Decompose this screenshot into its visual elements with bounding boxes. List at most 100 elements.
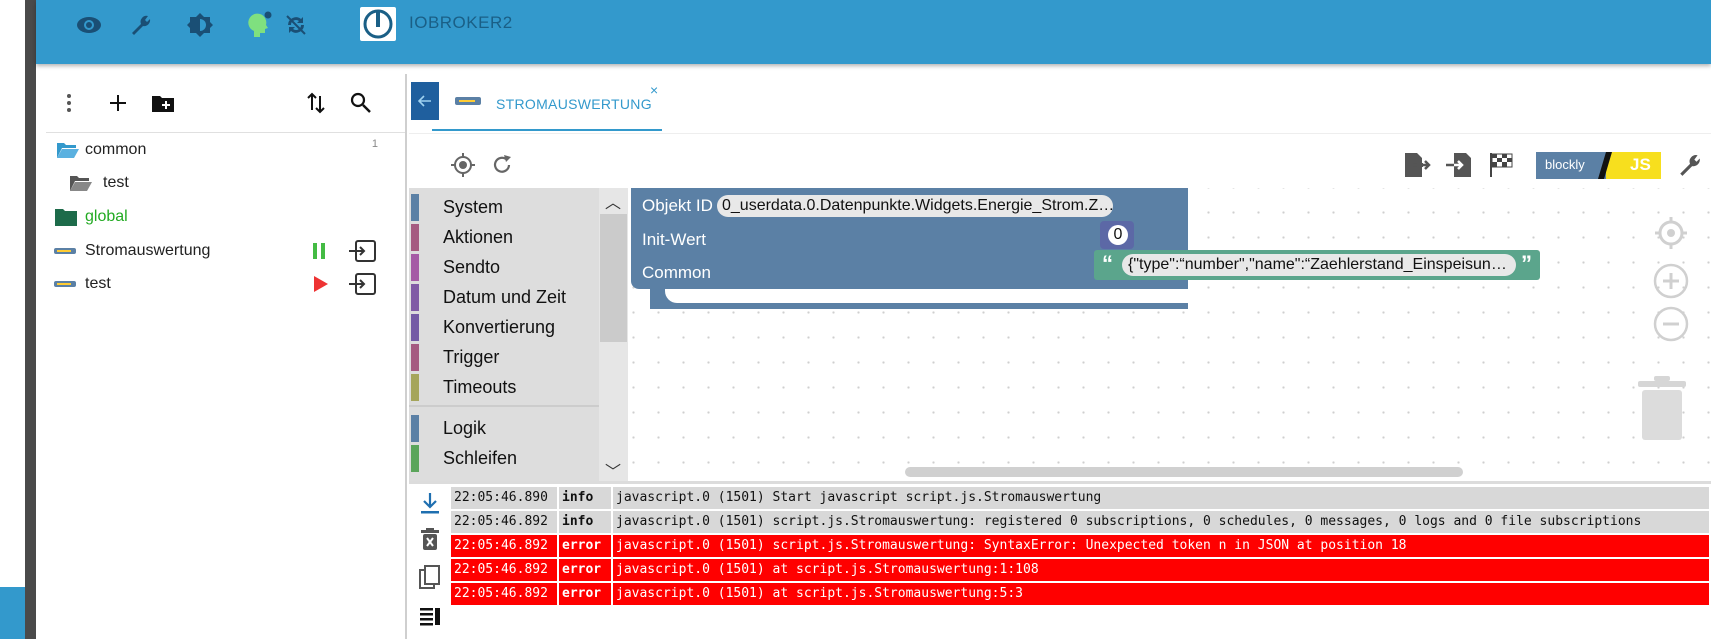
log-time: 22:05:46.892 xyxy=(451,559,559,581)
common-label: Common xyxy=(642,263,711,282)
wrench-icon[interactable] xyxy=(1675,150,1705,180)
export-blocks-icon[interactable] xyxy=(1402,150,1432,180)
add-script-icon[interactable] xyxy=(101,86,135,120)
export-icon[interactable] xyxy=(348,239,376,262)
quote-close: ” xyxy=(1521,251,1532,276)
log-severity: error xyxy=(559,559,613,581)
tree-label: test xyxy=(103,174,129,191)
pause-icon[interactable] xyxy=(312,242,326,259)
log-row: 22:05:46.890 info javascript.0 (1501) Star… xyxy=(451,487,1711,509)
toolbox-category-schleifen[interactable]: Schleifen xyxy=(409,445,599,472)
clear-log-icon[interactable] xyxy=(417,526,443,552)
brightness-icon[interactable] xyxy=(185,10,215,40)
folder-open-icon xyxy=(69,174,93,192)
top-bar: IOBROKER2 xyxy=(36,0,1711,64)
tree-label: test xyxy=(85,274,111,292)
editor-toolbar: blockly JS xyxy=(409,140,1711,188)
js-label: JS xyxy=(1630,155,1651,174)
tree-label: global xyxy=(85,208,128,225)
log-row: 22:05:46.892 info javascript.0 (1501) scri… xyxy=(451,511,1711,533)
toolbox-category-aktionen[interactable]: Aktionen xyxy=(409,224,599,251)
log-table: 22:05:46.890 info javascript.0 (1501) Star… xyxy=(451,487,1711,607)
wrench-icon[interactable] xyxy=(126,10,156,40)
toolbox-category-konvertierung[interactable]: Konvertierung xyxy=(409,314,599,341)
blockly-script-icon xyxy=(54,278,76,290)
log-severity: info xyxy=(559,487,613,509)
checkered-flag-icon[interactable] xyxy=(1486,150,1516,180)
copy-icon[interactable] xyxy=(417,565,443,591)
import-blocks-icon[interactable] xyxy=(1444,150,1474,180)
quote-open: “ xyxy=(1102,251,1113,276)
add-folder-icon[interactable] xyxy=(146,86,180,120)
zoom-reset-icon[interactable] xyxy=(1653,215,1689,256)
script-tree: common 1 test global Stromauswertung tes… xyxy=(46,133,405,300)
toolbox-category-timeouts[interactable]: Timeouts xyxy=(409,374,599,401)
folder-open-icon xyxy=(56,141,80,159)
log-row: 22:05:46.892 error javascript.0 (1501) at … xyxy=(451,583,1711,605)
export-icon[interactable] xyxy=(348,272,376,295)
zoom-in-icon[interactable] xyxy=(1653,263,1689,304)
log-message: javascript.0 (1501) script.js.Stromauswe… xyxy=(613,511,1711,533)
tree-row-test-folder[interactable]: test xyxy=(46,166,405,200)
tree-toolbar xyxy=(46,74,405,133)
tree-row-common[interactable]: common 1 xyxy=(46,133,405,166)
outer-divider xyxy=(25,0,36,639)
toolbox-scrollbar[interactable]: ︿ ﹀ xyxy=(599,188,628,481)
tree-row-test-script[interactable]: test xyxy=(46,267,405,300)
objekt-id-field[interactable]: 0_userdata.0.Datenpunkte.Widgets.Energie… xyxy=(717,195,1113,217)
toolbox-category-system[interactable]: System xyxy=(409,194,599,221)
tree-row-global[interactable]: global xyxy=(46,200,405,234)
sync-off-icon[interactable] xyxy=(281,10,311,40)
init-wert-label: Init-Wert xyxy=(642,230,706,249)
number-block[interactable]: 0 xyxy=(1100,221,1134,249)
toolbox-category-logik[interactable]: Logik xyxy=(409,415,599,442)
chevron-up-icon[interactable]: ︿ xyxy=(605,189,621,213)
log-time: 22:05:46.892 xyxy=(451,583,559,605)
common-value-field[interactable]: {"type":“number","name":“Zaehlerstand_Ei… xyxy=(1122,254,1516,276)
tab-stromauswertung[interactable]: STROMAUSWERTUNG × xyxy=(424,74,664,132)
locate-icon[interactable] xyxy=(448,150,478,180)
search-icon[interactable] xyxy=(344,86,378,120)
log-time: 22:05:46.892 xyxy=(451,535,559,557)
blockly-workspace[interactable]: System Aktionen Sendto Datum und Zeit Ko… xyxy=(409,188,1711,481)
play-icon[interactable] xyxy=(314,275,328,292)
workspace-horizontal-scrollbar[interactable] xyxy=(905,467,1463,477)
tab-label: STROMAUSWERTUNG xyxy=(496,96,652,112)
sort-icon[interactable] xyxy=(299,86,333,120)
outer-left-strip xyxy=(0,0,36,639)
log-message: javascript.0 (1501) Start javascript scr… xyxy=(613,487,1711,509)
log-time: 22:05:46.890 xyxy=(451,487,559,509)
folder-global-icon xyxy=(54,207,78,227)
iobroker-logo xyxy=(360,7,396,41)
close-icon[interactable]: × xyxy=(650,82,658,98)
scroll-to-bottom-icon[interactable] xyxy=(417,490,443,516)
log-severity: error xyxy=(559,535,613,557)
objekt-id-label: Objekt ID xyxy=(642,196,713,215)
wrap-text-icon[interactable] xyxy=(417,603,443,629)
init-value-field[interactable]: 0 xyxy=(1108,225,1128,245)
trash-icon[interactable] xyxy=(1637,376,1687,447)
toolbox-separator xyxy=(409,405,599,407)
toolbox-category-datum[interactable]: Datum und Zeit xyxy=(409,284,599,311)
toolbox-category-trigger[interactable]: Trigger xyxy=(409,344,599,371)
block-bottom-left xyxy=(650,289,665,309)
refresh-icon[interactable] xyxy=(487,150,517,180)
debug-head-icon[interactable] xyxy=(244,10,274,40)
chevron-down-icon[interactable]: ﹀ xyxy=(605,458,621,482)
log-row: 22:05:46.892 error javascript.0 (1501) at … xyxy=(451,559,1711,581)
blockly-label: blockly xyxy=(1545,157,1585,172)
toolbox-category-sendto[interactable]: Sendto xyxy=(409,254,599,281)
eye-icon[interactable] xyxy=(74,10,104,40)
log-severity: info xyxy=(559,511,613,533)
tree-count: 1 xyxy=(371,138,378,150)
tree-row-stromauswertung[interactable]: Stromauswertung xyxy=(46,234,405,267)
blockly-to-js-button[interactable]: blockly JS xyxy=(1534,152,1661,179)
more-vert-icon[interactable] xyxy=(52,86,86,120)
statement-slot[interactable] xyxy=(665,289,1188,303)
text-block[interactable]: “ {"type":“number","name":“Zaehlerstand_… xyxy=(1094,250,1540,280)
tab-indicator xyxy=(432,129,662,131)
toolbox-scroll-thumb[interactable] xyxy=(600,214,627,342)
log-time: 22:05:46.892 xyxy=(451,511,559,533)
log-severity: error xyxy=(559,583,613,605)
zoom-out-icon[interactable] xyxy=(1653,306,1689,347)
